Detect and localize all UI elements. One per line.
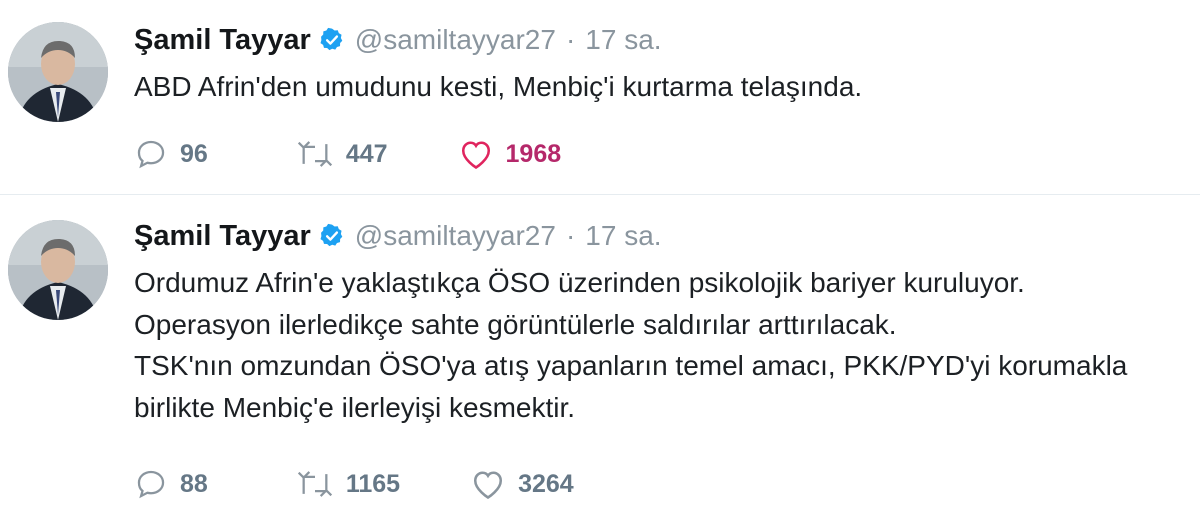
- retweet-count: 1165: [345, 469, 401, 498]
- heart-icon: [461, 141, 490, 170]
- retweet-button[interactable]: 447: [296, 137, 388, 171]
- author-handle[interactable]: @samiltayyar27: [355, 220, 556, 252]
- heart-icon: [474, 471, 503, 500]
- like-button[interactable]: 1968: [458, 137, 562, 171]
- reply-count: 88: [180, 469, 208, 498]
- separator: ·: [565, 220, 576, 251]
- tweet[interactable]: Şamil Tayyar @samiltayyar27 · 17 sa. Ord…: [0, 196, 1200, 520]
- like-button[interactable]: 3264: [470, 467, 574, 501]
- retweet-count: 447: [345, 139, 388, 168]
- author-name[interactable]: Şamil Tayyar: [134, 220, 311, 253]
- tweet[interactable]: Şamil Tayyar @samiltayyar27 · 17 sa. ABD…: [0, 0, 1200, 195]
- author-name[interactable]: Şamil Tayyar: [134, 24, 311, 57]
- like-count: 3264: [518, 469, 574, 498]
- reply-button[interactable]: 96: [134, 137, 208, 171]
- tweet-text: Ordumuz Afrin'e yaklaştıkça ÖSO üzerinde…: [134, 262, 1127, 428]
- author-handle[interactable]: @samiltayyar27: [355, 24, 556, 56]
- reply-button[interactable]: 88: [134, 467, 208, 501]
- tweet-actions: 88 1165 3264: [134, 464, 630, 504]
- tweet-text-line: ABD Afrin'den umudunu kesti, Menbiç'i ku…: [134, 71, 863, 102]
- tweet-text: ABD Afrin'den umudunu kesti, Menbiç'i ku…: [134, 66, 862, 108]
- tweet-text-line: TSK'nın omzundan ÖSO'ya atış yapanların …: [134, 350, 1128, 381]
- verified-badge-icon: [319, 223, 345, 249]
- tweet-text-line: Operasyon ilerledikçe sahte görüntülerle…: [134, 308, 897, 340]
- reply-count: 96: [180, 139, 208, 168]
- separator: ·: [565, 24, 576, 55]
- avatar[interactable]: [8, 220, 108, 320]
- reply-icon: [137, 470, 165, 499]
- retweet-icon: [297, 141, 332, 167]
- timestamp[interactable]: 17 sa.: [585, 220, 661, 252]
- timestamp[interactable]: 17 sa.: [585, 24, 661, 56]
- retweet-icon: [297, 471, 332, 497]
- tweet-text-line: birlikte Menbiç'e ilerleyişi kesmektir.: [134, 391, 576, 423]
- reply-icon: [137, 140, 165, 169]
- like-count: 1968: [505, 139, 562, 168]
- retweet-button[interactable]: 1165: [296, 467, 400, 501]
- avatar[interactable]: [8, 22, 108, 122]
- tweet-actions: 96 447 1968: [134, 134, 617, 174]
- tweet-text-line: Ordumuz Afrin'e yaklaştıkça ÖSO üzerinde…: [134, 267, 1025, 298]
- verified-badge-icon: [319, 27, 345, 53]
